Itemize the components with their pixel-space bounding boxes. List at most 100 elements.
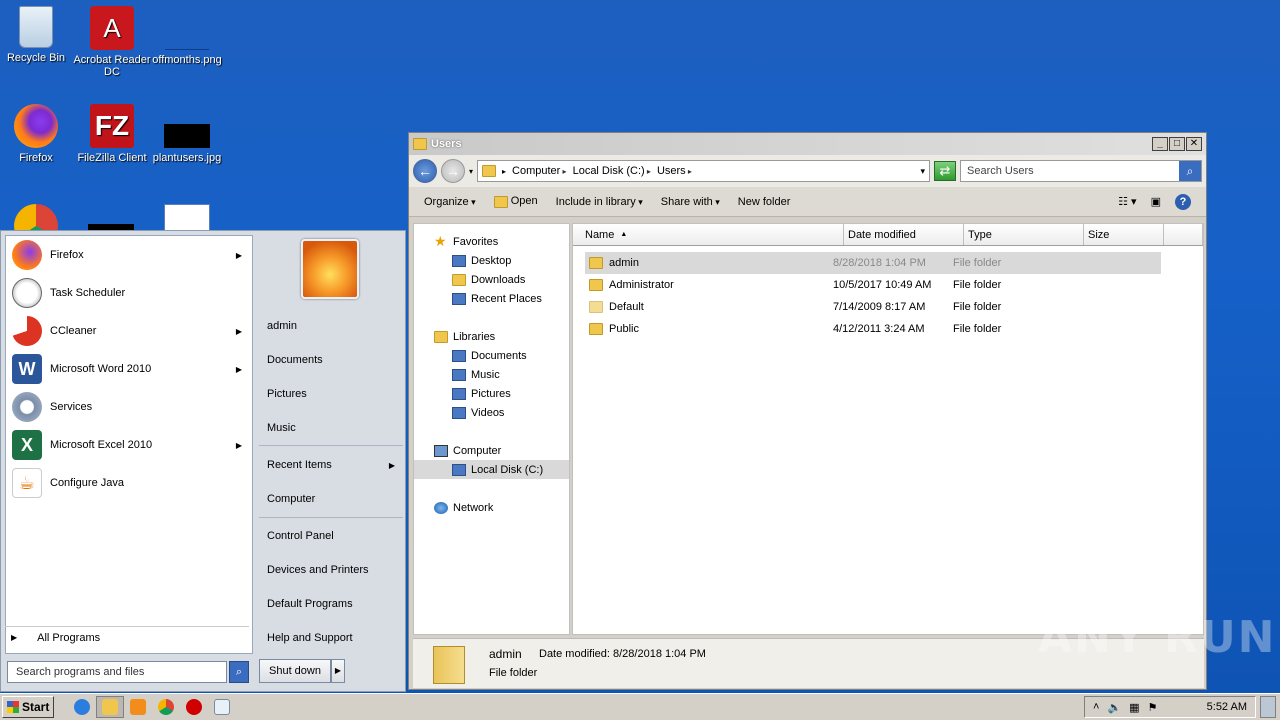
- program-word[interactable]: W Microsoft Word 2010 ▶: [6, 350, 252, 388]
- forward-button[interactable]: →: [441, 159, 465, 183]
- help-icon[interactable]: ?: [1175, 193, 1191, 210]
- table-row[interactable]: Default 7/14/2009 8:17 AM File folder: [585, 296, 1161, 318]
- column-size[interactable]: Size: [1084, 224, 1164, 245]
- open-button[interactable]: Open: [493, 195, 538, 208]
- action-center-flag-icon[interactable]: ⚑: [1148, 701, 1158, 714]
- taskbar-explorer[interactable]: [96, 696, 124, 718]
- shutdown-button[interactable]: Shut down: [259, 659, 331, 683]
- start-link-user[interactable]: admin: [263, 314, 403, 338]
- nav-network[interactable]: Network: [414, 498, 569, 517]
- start-link-pictures[interactable]: Pictures: [263, 382, 403, 406]
- nav-label: Downloads: [471, 273, 526, 286]
- search-icon[interactable]: ⌕: [1179, 161, 1201, 181]
- start-search-input[interactable]: Search programs and files: [7, 661, 227, 683]
- start-link-music[interactable]: Music: [263, 416, 403, 440]
- libraries-icon: [434, 330, 448, 343]
- history-dropdown-icon[interactable]: ▾: [469, 167, 473, 176]
- organize-button[interactable]: Organize: [424, 196, 476, 208]
- minimize-button[interactable]: _: [1152, 137, 1168, 151]
- program-java[interactable]: ☕ Configure Java: [6, 464, 252, 502]
- nav-local-disk[interactable]: Local Disk (C:): [414, 460, 569, 479]
- desktop-icon-filezilla[interactable]: FZ FileZilla Client: [72, 104, 152, 164]
- program-excel[interactable]: X Microsoft Excel 2010 ▶: [6, 426, 252, 464]
- desktop-icon-offmonths[interactable]: offmonths.png: [147, 6, 227, 66]
- folder-icon: [589, 279, 603, 291]
- column-name[interactable]: Name ▲: [573, 224, 844, 245]
- nav-label: Documents: [471, 349, 527, 362]
- nav-computer[interactable]: Computer: [414, 441, 569, 460]
- show-desktop-button[interactable]: [1260, 696, 1276, 718]
- start-link-devices-printers[interactable]: Devices and Printers: [263, 558, 403, 582]
- nav-music[interactable]: Music: [414, 365, 569, 384]
- all-programs-button[interactable]: ▶ All Programs: [5, 626, 249, 648]
- program-firefox[interactable]: Firefox ▶: [6, 236, 252, 274]
- shutdown-options-button[interactable]: ▶: [331, 659, 345, 683]
- nav-downloads[interactable]: Downloads: [414, 270, 569, 289]
- breadcrumb-arrow-icon[interactable]: ▸: [502, 167, 506, 176]
- table-row[interactable]: Public 4/12/2011 3:24 AM File folder: [585, 318, 1161, 340]
- java-icon: ☕: [12, 468, 42, 498]
- locked-folder-icon: [589, 257, 603, 269]
- search-icon[interactable]: ⌕: [229, 661, 249, 683]
- column-date[interactable]: Date modified: [844, 224, 964, 245]
- volume-icon[interactable]: 🔈: [1107, 701, 1121, 714]
- nav-documents[interactable]: Documents: [414, 346, 569, 365]
- folder-icon: [102, 699, 118, 715]
- windows-logo-icon: [7, 701, 19, 713]
- taskbar-chrome[interactable]: [152, 696, 180, 718]
- taskbar-ie[interactable]: [68, 696, 96, 718]
- clock[interactable]: 5:52 AM: [1207, 701, 1247, 713]
- program-services[interactable]: Services: [6, 388, 252, 426]
- network-icon[interactable]: ▦: [1129, 701, 1139, 714]
- taskbar-notepad[interactable]: [208, 696, 236, 718]
- nav-pictures[interactable]: Pictures: [414, 384, 569, 403]
- music-icon: [452, 368, 466, 381]
- new-folder-button[interactable]: New folder: [738, 196, 791, 208]
- start-link-documents[interactable]: Documents: [263, 348, 403, 372]
- nav-favorites[interactable]: ★ Favorites: [414, 232, 569, 251]
- column-type[interactable]: Type: [964, 224, 1084, 245]
- nav-recent-places[interactable]: Recent Places: [414, 289, 569, 308]
- show-hidden-icons-icon[interactable]: ˄: [1093, 701, 1099, 713]
- breadcrumb-local-disk[interactable]: Local Disk (C:): [573, 165, 651, 177]
- window-title: Users: [431, 138, 462, 150]
- refresh-button[interactable]: ⇄: [934, 161, 956, 181]
- title-bar[interactable]: Users _ □ ✕: [409, 133, 1206, 155]
- include-in-library-button[interactable]: Include in library: [556, 196, 643, 208]
- start-link-control-panel[interactable]: Control Panel: [263, 524, 403, 548]
- search-input[interactable]: Search Users ⌕: [960, 160, 1202, 182]
- nav-libraries[interactable]: Libraries: [414, 327, 569, 346]
- sort-ascending-icon: ▲: [620, 231, 628, 238]
- start-button[interactable]: Start: [2, 696, 54, 718]
- close-button[interactable]: ✕: [1186, 137, 1202, 151]
- nav-desktop[interactable]: Desktop: [414, 251, 569, 270]
- breadcrumb-computer[interactable]: Computer: [512, 165, 567, 177]
- nav-label: Desktop: [471, 254, 512, 267]
- desktop-icon-firefox[interactable]: Firefox: [0, 104, 76, 164]
- desktop-icon-recycle-bin[interactable]: Recycle Bin: [0, 6, 76, 64]
- breadcrumb-users[interactable]: Users: [657, 165, 692, 177]
- table-row[interactable]: Administrator 10/5/2017 10:49 AM File fo…: [585, 274, 1161, 296]
- nav-videos[interactable]: Videos: [414, 403, 569, 422]
- start-link-help-support[interactable]: Help and Support: [263, 626, 403, 650]
- start-link-default-programs[interactable]: Default Programs: [263, 592, 403, 616]
- address-input[interactable]: ▸ Computer Local Disk (C:) Users ▾: [477, 160, 930, 182]
- program-task-scheduler[interactable]: Task Scheduler: [6, 274, 252, 312]
- view-options-icon[interactable]: ☷ ▾: [1118, 195, 1136, 208]
- taskbar-opera[interactable]: [180, 696, 208, 718]
- address-dropdown-icon[interactable]: ▾: [920, 166, 925, 177]
- back-button[interactable]: ←: [413, 159, 437, 183]
- table-row[interactable]: admin 8/28/2018 1:04 PM File folder: [585, 252, 1161, 274]
- taskbar-media-player[interactable]: [124, 696, 152, 718]
- start-link-recent-items[interactable]: Recent Items ▶: [263, 453, 403, 477]
- maximize-button[interactable]: □: [1169, 137, 1185, 151]
- column-header: Name ▲ Date modified Type Size: [573, 224, 1203, 246]
- desktop-icon-plantusers[interactable]: plantusers.jpg: [147, 104, 227, 164]
- share-with-button[interactable]: Share with: [661, 196, 720, 208]
- program-ccleaner[interactable]: CCleaner ▶: [6, 312, 252, 350]
- user-avatar[interactable]: [301, 239, 359, 299]
- explorer-window: Users _ □ ✕ ← → ▾ ▸ Computer Local Disk …: [408, 132, 1207, 690]
- desktop-icon-acrobat[interactable]: A Acrobat Reader DC: [72, 6, 152, 78]
- preview-pane-icon[interactable]: ▣: [1151, 195, 1161, 208]
- start-link-computer[interactable]: Computer: [263, 487, 403, 511]
